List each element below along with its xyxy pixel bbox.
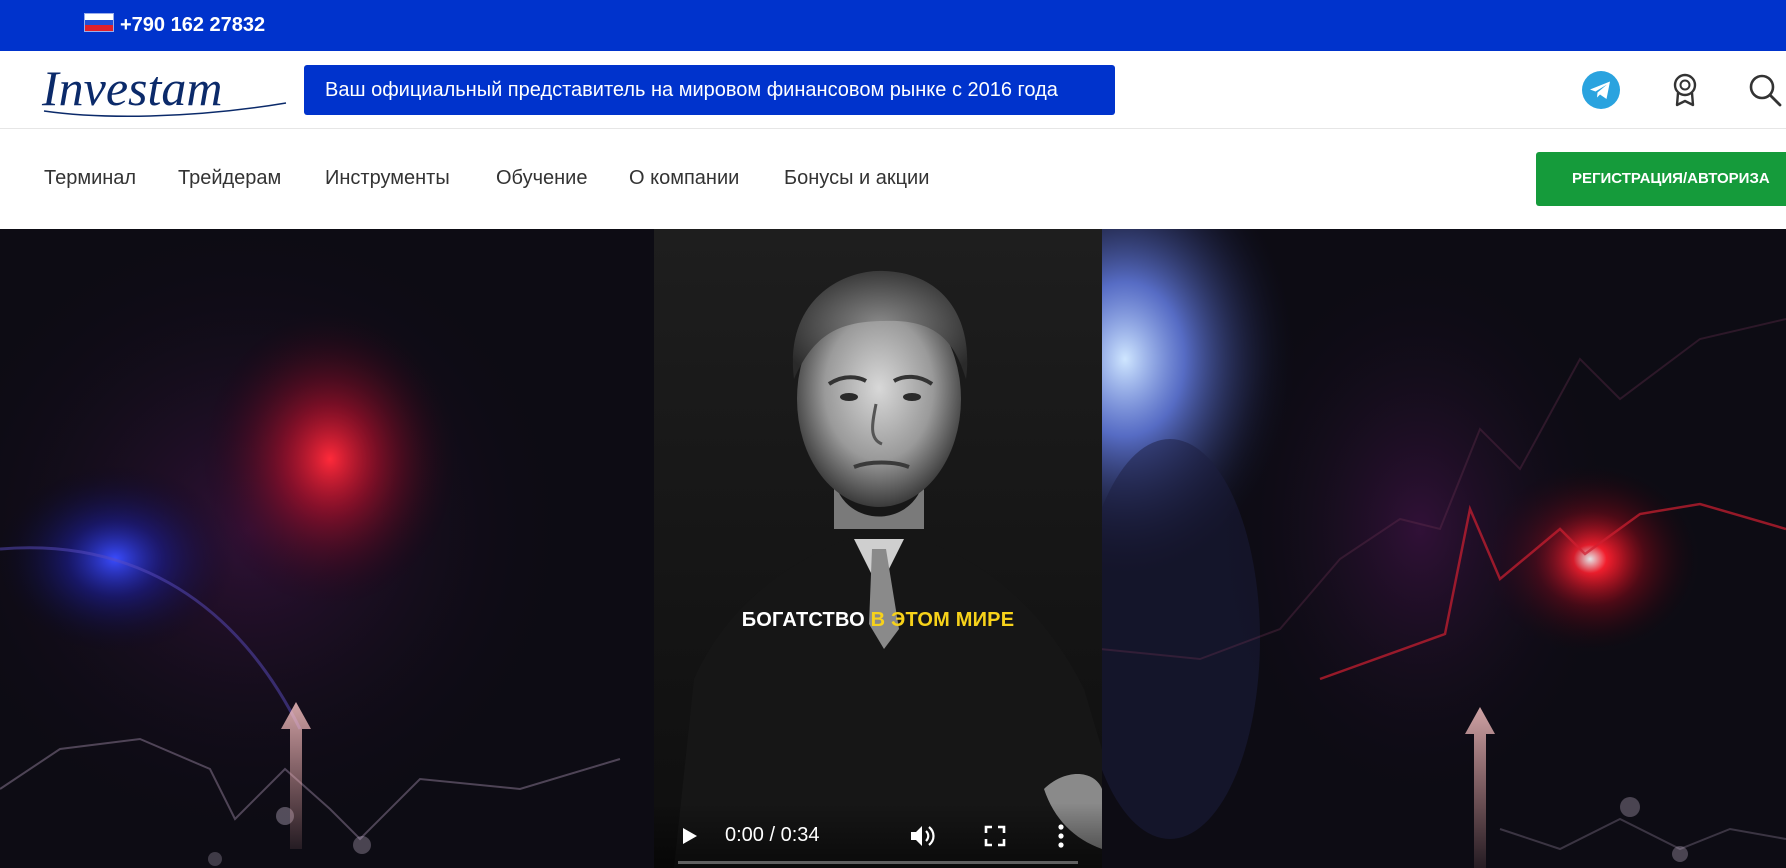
caption-white-part: БОГАТСТВО (741, 609, 871, 631)
tagline-text: Ваш официальный представитель на мировом… (325, 78, 1058, 101)
award-icon[interactable] (1664, 69, 1706, 111)
header: Investam Ваш официальный представитель н… (0, 51, 1786, 129)
tagline-banner: Ваш официальный представитель на мировом… (304, 65, 1115, 115)
video-frame (654, 229, 1102, 868)
volume-icon[interactable] (908, 823, 936, 849)
video-controls: 0:00 / 0:34 (654, 803, 1102, 868)
svg-text:Investam: Investam (41, 60, 223, 116)
fullscreen-icon[interactable] (984, 825, 1006, 847)
nav-item-terminal[interactable]: Терминал (44, 167, 136, 190)
caption-highlight-part: В ЭТОМ МИРЕ (870, 609, 1015, 631)
nav-item-bonuses[interactable]: Бонусы и акции (784, 167, 929, 190)
hero-banner: БОГАТСТВО В ЭТОМ МИРЕ 0:00 / 0:34 (0, 229, 1786, 868)
more-options-icon[interactable] (1056, 823, 1066, 849)
main-nav: Терминал Трейдерам Инструменты Обучение … (0, 129, 1786, 229)
russia-flag-icon (84, 13, 114, 32)
register-login-button[interactable]: РЕГИСТРАЦИЯ/АВТОРИЗА (1536, 152, 1786, 206)
video-progress-bar[interactable] (678, 861, 1078, 864)
play-icon[interactable] (678, 825, 700, 847)
nav-item-about[interactable]: О компании (629, 167, 739, 190)
telegram-icon[interactable] (1580, 69, 1622, 111)
video-time: 0:00 / 0:34 (725, 824, 820, 846)
nav-item-instruments[interactable]: Инструменты (325, 167, 450, 190)
video-player[interactable]: БОГАТСТВО В ЭТОМ МИРЕ 0:00 / 0:34 (654, 229, 1102, 868)
video-caption: БОГАТСТВО В ЭТОМ МИРЕ (654, 609, 1102, 632)
investam-logo[interactable]: Investam (40, 59, 290, 121)
top-bar: +790 162 27832 (0, 0, 1786, 51)
nav-item-education[interactable]: Обучение (496, 167, 587, 190)
nav-item-traders[interactable]: Трейдерам (178, 167, 281, 190)
phone-link[interactable]: +790 162 27832 (120, 13, 265, 37)
search-icon[interactable] (1744, 69, 1786, 111)
